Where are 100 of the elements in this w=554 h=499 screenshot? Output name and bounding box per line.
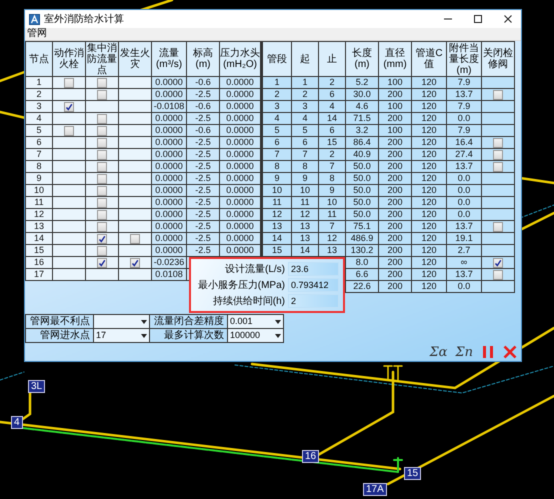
checkbox[interactable] — [97, 126, 107, 136]
table-cell: 6 — [262, 136, 292, 148]
column-header: 长度 (m) — [346, 42, 378, 76]
table-cell: 10 — [262, 184, 292, 196]
checkbox[interactable] — [97, 186, 107, 196]
checkbox[interactable] — [97, 150, 107, 160]
node-label: 15 — [404, 467, 422, 480]
checkbox[interactable] — [493, 90, 503, 100]
table-cell: 7 — [262, 148, 292, 160]
table-cell: 8 — [262, 160, 292, 172]
node-label: 17A — [363, 483, 387, 496]
checkbox[interactable] — [97, 162, 107, 172]
checkbox[interactable] — [130, 258, 140, 268]
table-cell: 13 — [26, 220, 52, 232]
checkbox[interactable] — [493, 150, 503, 160]
summary-label: 设计流量(L/s) — [224, 262, 285, 276]
checkbox[interactable] — [97, 90, 107, 100]
node-label: 4 — [11, 416, 23, 429]
column-header: 集中消防流量点 — [86, 42, 118, 76]
table-cell: 11 — [262, 196, 292, 208]
table-cell: 15 — [262, 244, 292, 256]
checkbox[interactable] — [97, 210, 107, 220]
dropdown[interactable]: 100000 — [228, 329, 284, 343]
summary-value: 2 — [288, 294, 339, 308]
column-header: 直径 (mm) — [378, 42, 412, 76]
table-cell: 13 — [262, 220, 292, 232]
checkbox[interactable] — [493, 222, 503, 232]
node-label: 3L — [28, 380, 46, 393]
column-header: 管道C值 — [412, 42, 446, 76]
table-cell: 1 — [262, 76, 292, 88]
close-icon[interactable] — [503, 14, 513, 24]
checkbox[interactable] — [493, 162, 503, 172]
column-header: 标高 (m) — [186, 42, 220, 76]
dropdown[interactable] — [94, 315, 150, 329]
column-header: 管段 — [262, 42, 292, 76]
menu-item[interactable]: 管网 — [25, 28, 49, 40]
table-cell: 9 — [262, 172, 292, 184]
table-cell: 5 — [262, 124, 292, 136]
table-cell: 8 — [26, 160, 52, 172]
column-header: 止 — [318, 42, 346, 76]
checkbox[interactable] — [97, 234, 107, 244]
column-header: 发生火灾 — [118, 42, 152, 76]
table-cell: 14 — [26, 232, 52, 244]
dropdown[interactable]: 17 — [94, 329, 150, 343]
checkbox[interactable] — [97, 222, 107, 232]
checkbox[interactable] — [97, 246, 107, 256]
checkbox[interactable] — [64, 102, 74, 112]
table-cell: 16 — [26, 256, 52, 268]
caret-icon — [275, 320, 281, 324]
table-cell: 14 — [262, 232, 292, 244]
pause-icon[interactable] — [481, 345, 495, 359]
summary-value: 23.6 — [288, 262, 339, 276]
column-header: 关闭检修阀 — [482, 42, 514, 76]
checkbox[interactable] — [97, 138, 107, 148]
caret-icon — [141, 334, 147, 338]
maximize-icon[interactable] — [473, 14, 483, 24]
checkbox[interactable] — [97, 114, 107, 124]
checkbox[interactable] — [97, 198, 107, 208]
checkbox[interactable] — [493, 270, 503, 280]
caret-icon — [275, 334, 281, 338]
formula-button[interactable]: Σα — [429, 344, 448, 360]
checkbox[interactable] — [97, 174, 107, 184]
table-cell: 4 — [262, 112, 292, 124]
column-header: 附件当量长度(m) — [446, 42, 482, 76]
table-cell: 12 — [26, 208, 52, 220]
table-cell: 10 — [26, 184, 52, 196]
table-cell: 4 — [26, 112, 52, 124]
table-cell: 2 — [26, 88, 52, 100]
summary-value: 0.793412 — [288, 278, 339, 292]
table-cell: 17 — [26, 268, 52, 280]
table-cell: 3 — [262, 100, 292, 112]
node-label: 16 — [302, 450, 320, 463]
column-header: 流量 (m³/s) — [152, 42, 186, 76]
column-header: 动作消火栓 — [52, 42, 86, 76]
caret-icon — [141, 320, 147, 324]
formula-button[interactable]: Σn — [455, 344, 473, 360]
checkbox[interactable] — [97, 258, 107, 268]
summary-label: 最小服务压力(MPa) — [197, 278, 285, 292]
column-header: 压力水头 (mH₂O) — [220, 42, 260, 76]
checkbox[interactable] — [493, 138, 503, 148]
table-cell: 2 — [262, 88, 292, 100]
checkbox[interactable] — [97, 78, 107, 88]
checkbox[interactable] — [64, 126, 74, 136]
checkbox[interactable] — [64, 78, 74, 88]
table-cell: 11 — [26, 196, 52, 208]
table-cell: 9 — [26, 172, 52, 184]
table-cell: 1 — [26, 76, 52, 88]
column-header: 节点 — [26, 42, 52, 76]
app-icon — [29, 14, 40, 24]
table-cell: 3 — [26, 100, 52, 112]
checkbox[interactable] — [493, 258, 503, 268]
table-cell: 12 — [262, 208, 292, 220]
table-cell: 15 — [26, 244, 52, 256]
checkbox[interactable] — [130, 234, 140, 244]
table-cell: 5 — [26, 124, 52, 136]
table-cell: 6 — [26, 136, 52, 148]
column-header: 起 — [292, 42, 318, 76]
table-cell: 7 — [26, 148, 52, 160]
window-title: 室外消防给水计算 — [44, 12, 125, 26]
dropdown[interactable]: 0.001 — [228, 315, 284, 329]
